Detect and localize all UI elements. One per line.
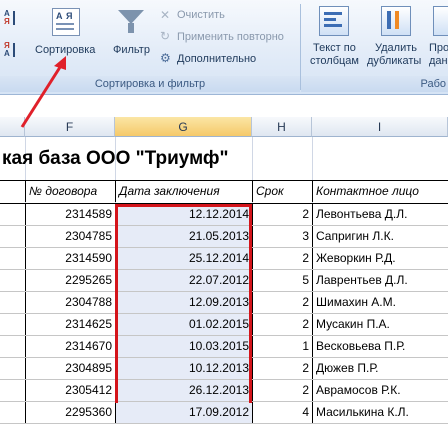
table-row: 2295360 17.09.2012 4 Масилькина К.Л. [0, 402, 448, 424]
contract-cell[interactable]: 2295360 [25, 402, 115, 423]
term-cell[interactable]: 4 [252, 402, 312, 423]
annotation-arrow [20, 56, 66, 128]
date-cell[interactable]: 17.09.2012 [115, 402, 252, 423]
contact-cell[interactable]: Масилькина К.Л. [312, 402, 448, 423]
